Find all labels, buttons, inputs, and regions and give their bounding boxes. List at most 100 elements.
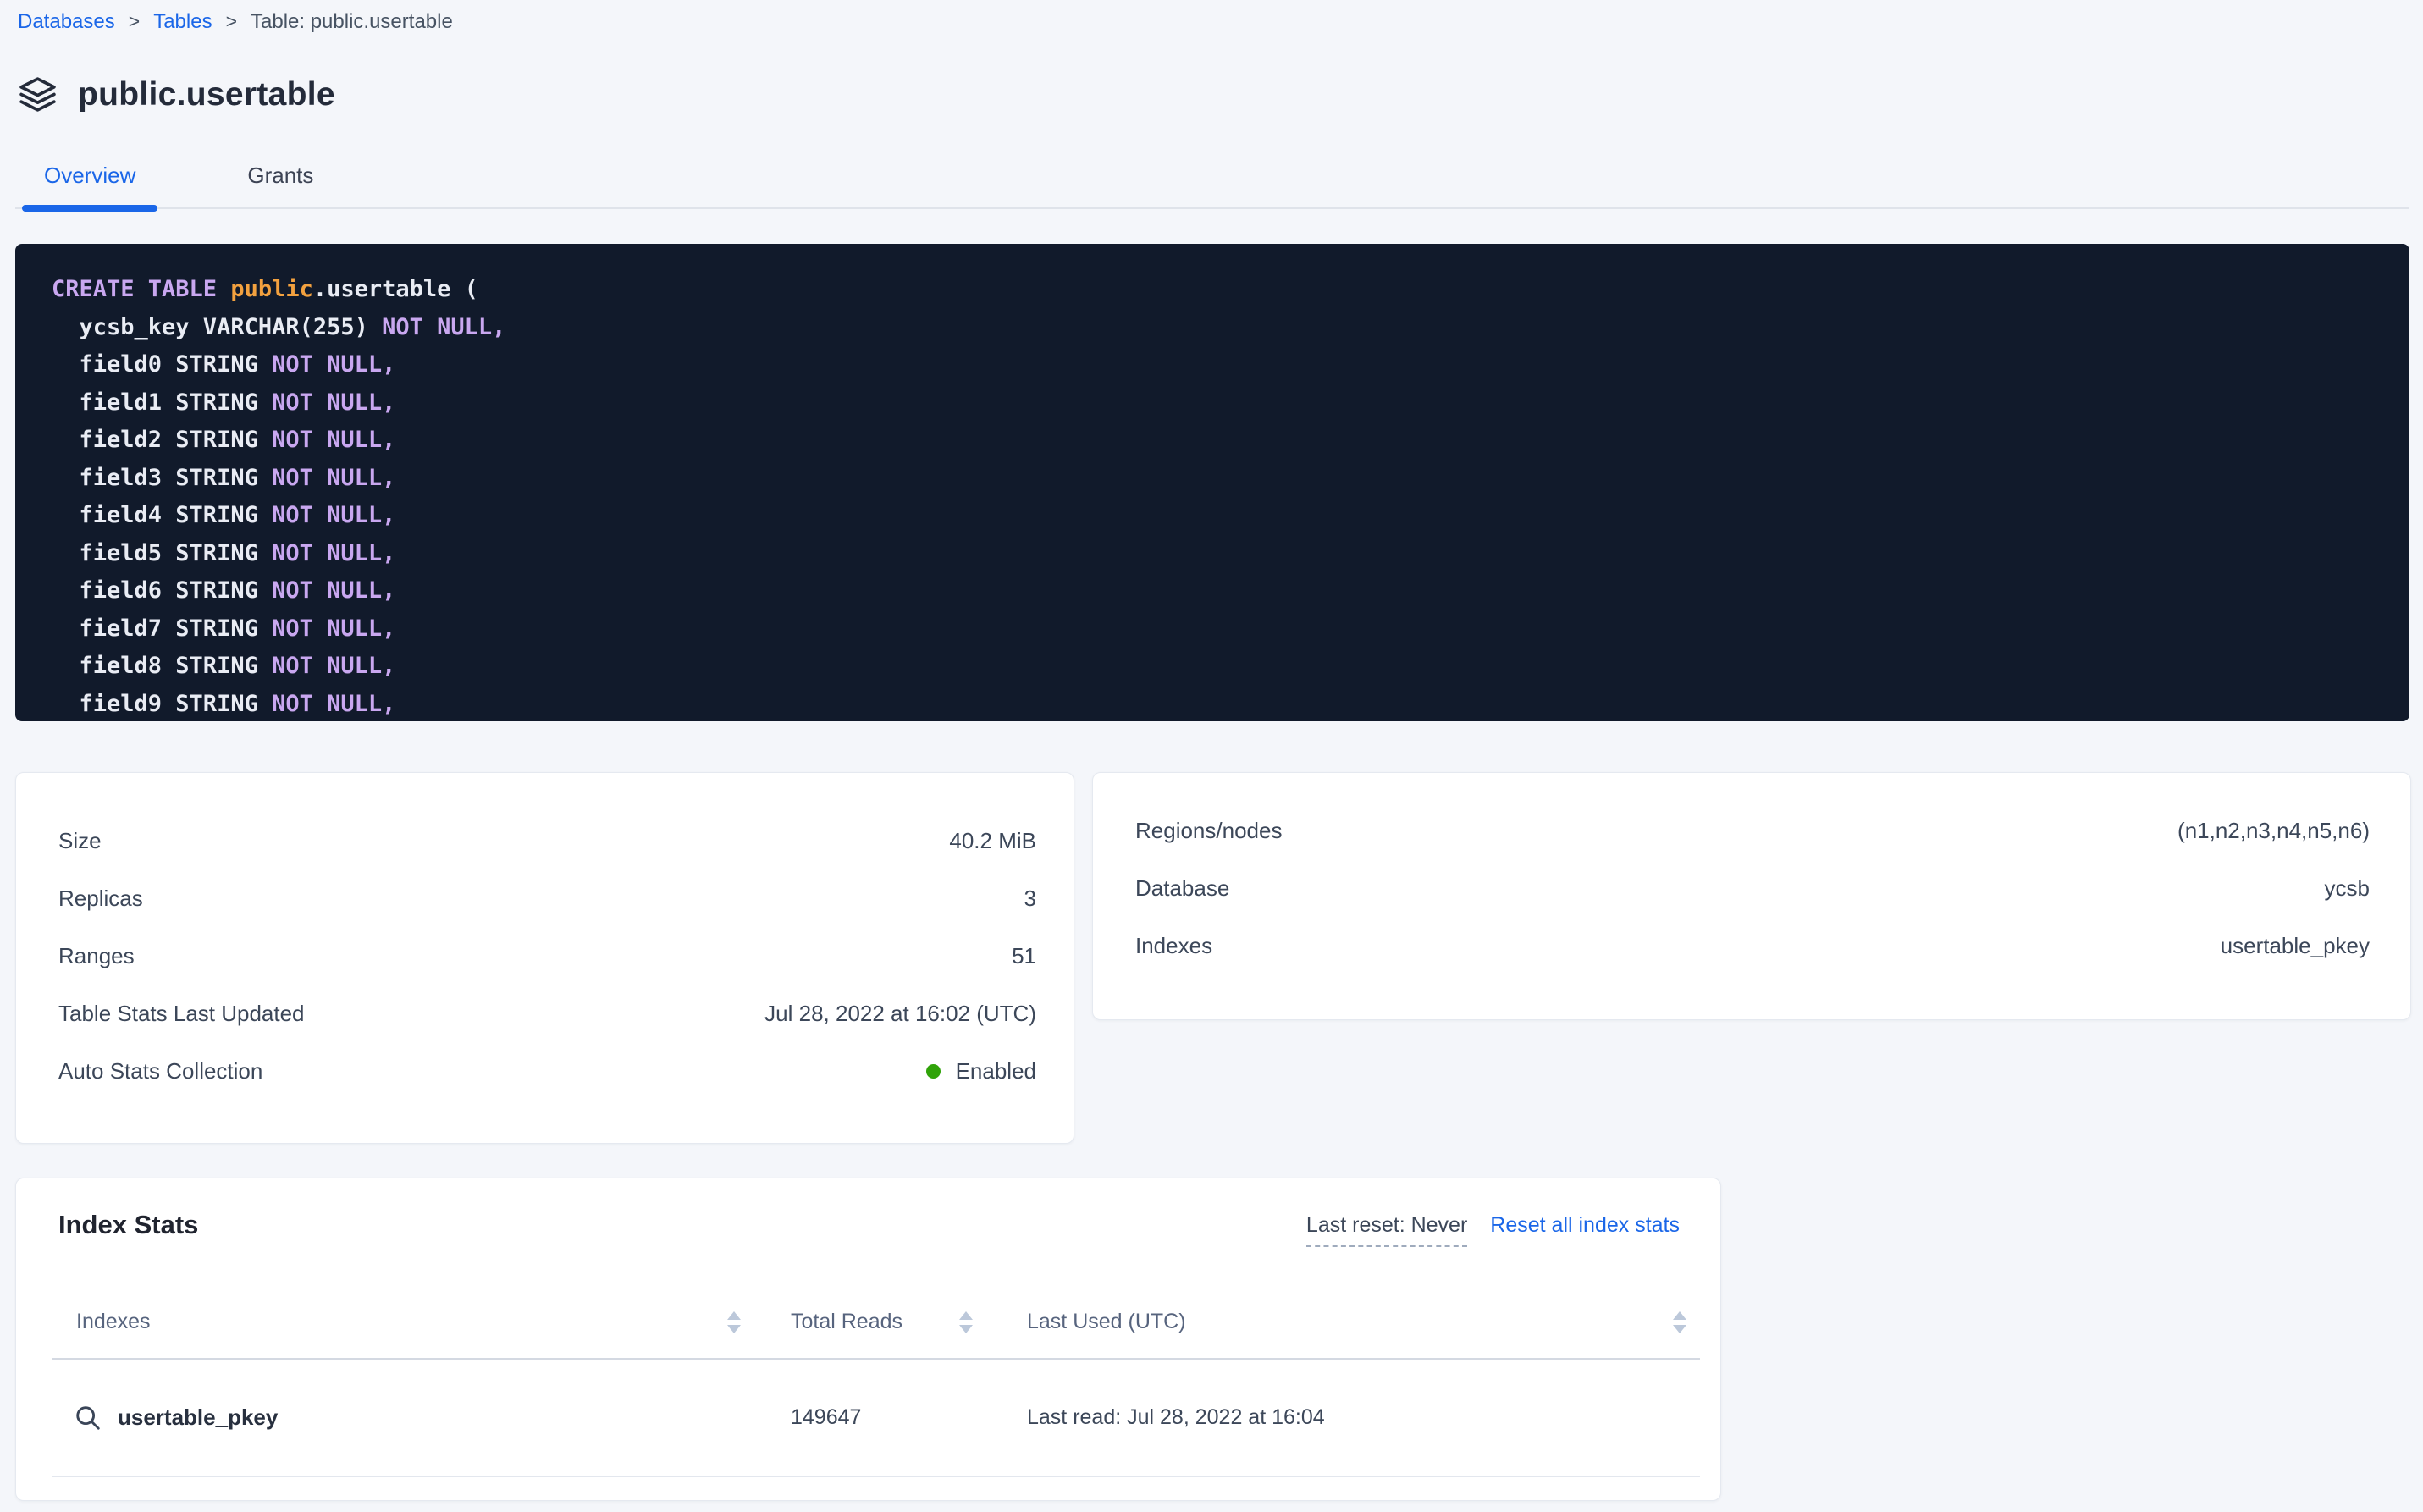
- stat-row-regions-nodes: Regions/nodes (n1,n2,n3,n4,n5,n6): [1135, 802, 2370, 859]
- column-label: Last Used (UTC): [1027, 1310, 1186, 1334]
- sql-token: NOT NULL,: [272, 653, 395, 679]
- sql-line-3: field1 STRING NOT NULL,: [52, 384, 2393, 422]
- sql-line-4: field2 STRING NOT NULL,: [52, 422, 2393, 460]
- sql-token: public: [230, 276, 313, 302]
- column-label: Total Reads: [791, 1310, 902, 1334]
- search-icon: [74, 1404, 102, 1432]
- stat-value: 3: [1024, 886, 1036, 912]
- sql-token: field9 STRING: [52, 691, 272, 717]
- sql-token: NOT NULL,: [272, 389, 395, 416]
- column-header-total-reads[interactable]: Total Reads: [741, 1310, 1008, 1334]
- db-details-rows: Regions/nodes (n1,n2,n3,n4,n5,n6) Database…: [1135, 802, 2370, 974]
- sql-token: NOT NULL,: [272, 465, 395, 491]
- stat-row-table-stats-last-updated: Table Stats Last Updated Jul 28, 2022 at …: [58, 985, 1036, 1042]
- index-stats-reset-group: Last reset: Never Reset all index stats: [1306, 1213, 1680, 1247]
- index-name-cell: usertable_pkey: [52, 1404, 741, 1432]
- sql-token: field6 STRING: [52, 577, 272, 604]
- index-name: usertable_pkey: [118, 1404, 278, 1431]
- stat-value-text: Enabled: [956, 1058, 1036, 1084]
- stat-label: Size: [58, 828, 102, 854]
- stat-row-database: Databaseycsb: [1135, 859, 2370, 917]
- db-details-card: Regions/nodes (n1,n2,n3,n4,n5,n6) Database…: [1092, 772, 2411, 1020]
- stat-value-text: usertable_pkey: [2221, 933, 2370, 959]
- reset-all-index-stats-link[interactable]: Reset all index stats: [1490, 1213, 1680, 1238]
- sql-token: CREATE TABLE: [52, 276, 230, 302]
- sql-line-6: field4 STRING NOT NULL,: [52, 497, 2393, 535]
- stat-value-text: 51: [1012, 943, 1036, 969]
- tab-overview[interactable]: Overview: [22, 159, 157, 207]
- sql-token: field4 STRING: [52, 502, 272, 528]
- sql-token: field8 STRING: [52, 653, 272, 679]
- sql-token: NOT NULL,: [272, 540, 395, 566]
- stat-label: Indexes: [1135, 933, 1212, 959]
- stat-value: ycsb: [2325, 875, 2370, 902]
- sort-arrows-icon[interactable]: [1673, 1311, 1686, 1333]
- stat-row-replicas: Replicas3: [58, 869, 1036, 927]
- index-last-used: Last read: Jul 28, 2022 at 16:04: [1008, 1405, 1700, 1430]
- tab-bar: Overview Grants: [15, 159, 2409, 209]
- stat-label: Regions/nodes: [1135, 818, 1282, 844]
- sql-line-2: field0 STRING NOT NULL,: [52, 346, 2393, 384]
- stat-row-auto-stats-collection: Auto Stats Collection Enabled: [58, 1042, 1036, 1100]
- column-header-last-used[interactable]: Last Used (UTC): [1008, 1310, 1700, 1334]
- sql-token: NOT NULL,: [272, 351, 395, 378]
- tab-grants[interactable]: Grants: [225, 159, 335, 207]
- sql-token: field1 STRING: [52, 389, 272, 416]
- page-header: public.usertable: [17, 73, 335, 117]
- stat-value-text: (n1,n2,n3,n4,n5,n6): [2177, 818, 2370, 844]
- breadcrumb-separator-icon: >: [226, 8, 237, 34]
- breadcrumb-item-current: Table: public.usertable: [251, 9, 453, 35]
- sql-token: NOT NULL,: [272, 502, 395, 528]
- sql-token: field7 STRING: [52, 615, 272, 642]
- last-reset-label: Last reset: Never: [1306, 1213, 1467, 1247]
- sql-line-8: field6 STRING NOT NULL,: [52, 572, 2393, 610]
- stat-label: Auto Stats Collection: [58, 1058, 262, 1084]
- index-total-reads: 149647: [741, 1405, 1008, 1430]
- sql-create-statement: CREATE TABLE public.usertable ( ycsb_key…: [15, 244, 2409, 721]
- sql-token: field2 STRING: [52, 427, 272, 453]
- index-stats-card: Index Stats Last reset: Never Reset all …: [15, 1178, 1721, 1501]
- sql-line-9: field7 STRING NOT NULL,: [52, 610, 2393, 648]
- index-stats-header: Index Stats Last reset: Never Reset all …: [58, 1208, 1680, 1247]
- sql-token: NOT NULL,: [272, 691, 395, 717]
- table-details-card: Size40.2 MiBReplicas3Ranges51Table Stats…: [15, 772, 1074, 1144]
- column-header-indexes[interactable]: Indexes: [52, 1310, 741, 1334]
- stat-value: 40.2 MiB: [949, 828, 1036, 854]
- stat-label: Table Stats Last Updated: [58, 1001, 305, 1027]
- stat-row-ranges: Ranges51: [58, 927, 1036, 985]
- breadcrumb-separator-icon: >: [129, 8, 140, 34]
- sql-line-7: field5 STRING NOT NULL,: [52, 535, 2393, 573]
- sql-line-11: field9 STRING NOT NULL,: [52, 686, 2393, 722]
- breadcrumb-item-tables[interactable]: Tables: [153, 9, 212, 35]
- breadcrumb-item-databases[interactable]: Databases: [18, 9, 115, 35]
- sql-token: NOT NULL,: [382, 314, 505, 340]
- sql-token: .usertable (: [313, 276, 478, 302]
- status-dot-green: [926, 1064, 941, 1079]
- sql-token: NOT NULL,: [272, 615, 395, 642]
- sql-line-10: field8 STRING NOT NULL,: [52, 648, 2393, 686]
- stat-value: 51: [1012, 943, 1036, 969]
- sql-token: NOT NULL,: [272, 427, 395, 453]
- stat-value: Enabled: [926, 1058, 1036, 1084]
- stat-value: (n1,n2,n3,n4,n5,n6): [2177, 818, 2370, 844]
- stat-value: usertable_pkey: [2221, 933, 2370, 959]
- sort-arrows-icon[interactable]: [959, 1311, 973, 1333]
- column-label: Indexes: [76, 1310, 151, 1334]
- sql-token: ycsb_key VARCHAR(255): [52, 314, 382, 340]
- stat-row-size: Size 40.2 MiB: [58, 812, 1036, 869]
- sql-token: field0 STRING: [52, 351, 272, 378]
- index-stats-table: Indexes Total Reads Last Used (UTC) user…: [52, 1310, 1700, 1477]
- stat-value-text: Jul 28, 2022 at 16:02 (UTC): [764, 1001, 1036, 1027]
- sql-token: NOT NULL,: [272, 577, 395, 604]
- breadcrumb: Databases > Tables > Table: public.usert…: [18, 8, 453, 35]
- table-layers-icon: [17, 74, 58, 116]
- stat-value-text: 3: [1024, 886, 1036, 912]
- sql-line-0: CREATE TABLE public.usertable (: [52, 271, 2393, 309]
- page-title: public.usertable: [78, 76, 335, 113]
- sort-arrows-icon[interactable]: [727, 1311, 741, 1333]
- index-table-row: usertable_pkey 149647 Last read: Jul 28,…: [52, 1360, 1700, 1477]
- stat-value: Jul 28, 2022 at 16:02 (UTC): [764, 1001, 1036, 1027]
- index-table-header: Indexes Total Reads Last Used (UTC): [52, 1310, 1700, 1360]
- sql-token: field3 STRING: [52, 465, 272, 491]
- stat-value-text: 40.2 MiB: [949, 828, 1036, 854]
